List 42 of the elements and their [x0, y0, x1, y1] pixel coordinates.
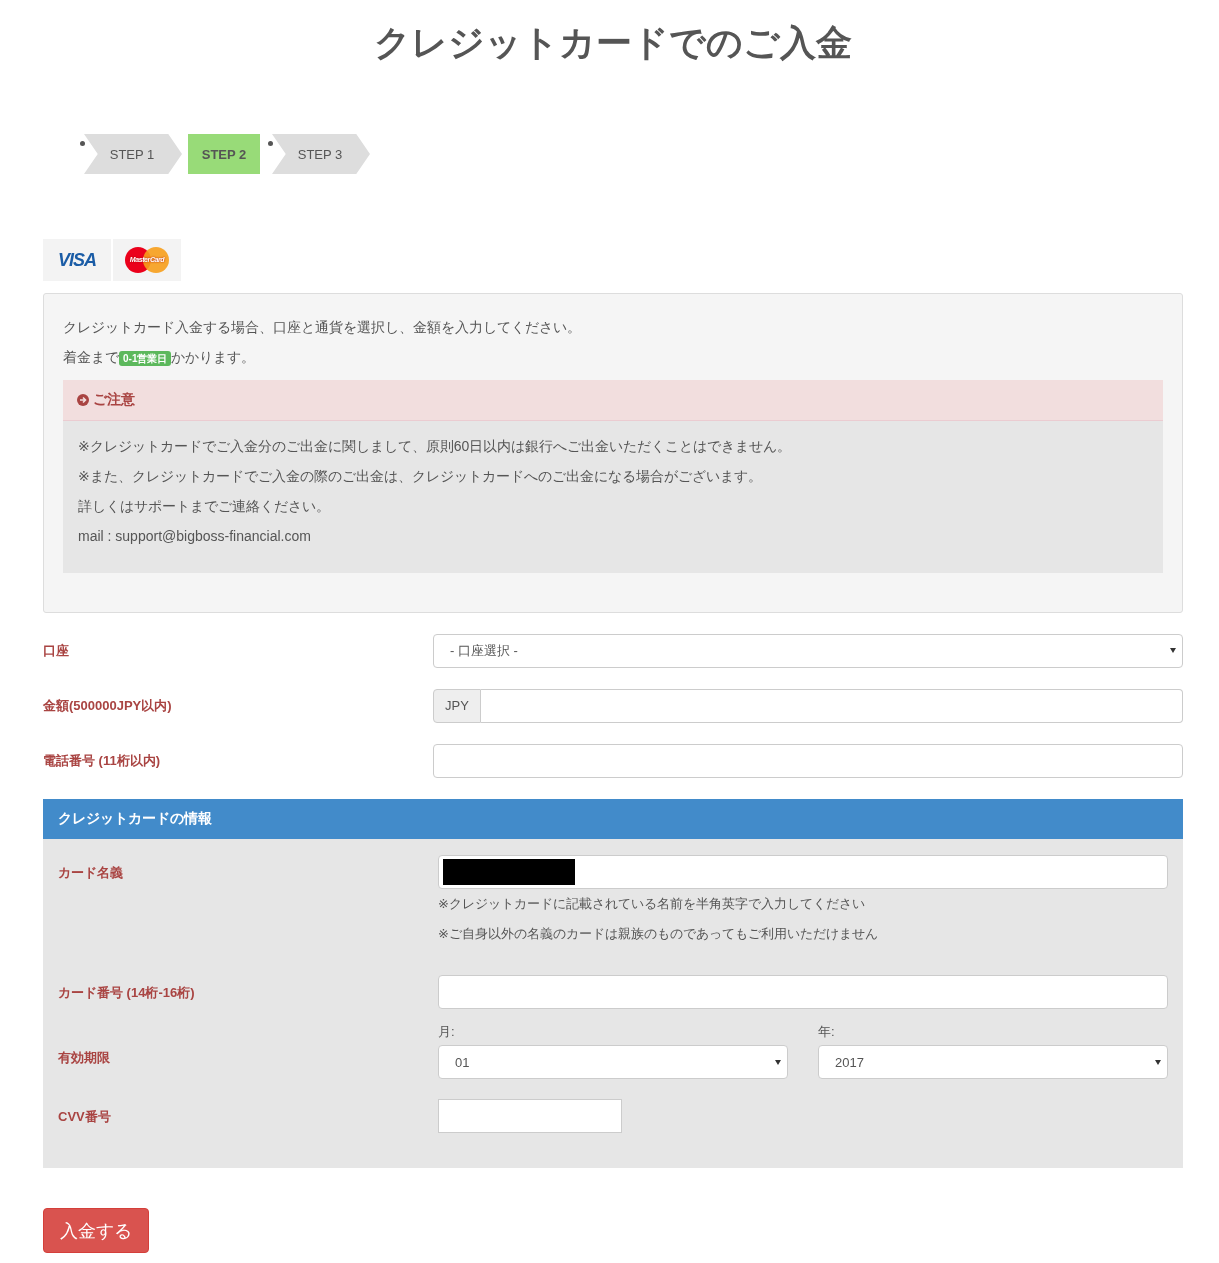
- bullet-dot: [268, 141, 273, 146]
- currency-addon: JPY: [433, 688, 481, 723]
- notice-title: ご注意: [93, 391, 135, 409]
- account-select[interactable]: - 口座選択 -: [433, 633, 1183, 668]
- field-label: CVV番号: [58, 1108, 112, 1126]
- notice-text: ※クレジットカードでご入金分のご出金に関しまして、原則60日以内は銀行へご出金いただくことはできません。: [78, 437, 793, 456]
- year-select[interactable]: 2017: [818, 1045, 1168, 1079]
- visa-logo: VISA: [43, 239, 111, 281]
- field-label: カード番号 (14桁-16桁): [58, 984, 196, 1002]
- caret-icon: [1155, 1059, 1161, 1065]
- notice-text: ※また、クレジットカードでご入金の際のご出金は、クレジットカードへのご出金になる場合がございます。: [78, 467, 763, 486]
- field-label: カード名義: [58, 864, 124, 882]
- card-number-field[interactable]: [438, 975, 1168, 1009]
- cvv-field[interactable]: [438, 1099, 622, 1133]
- step-tab[interactable]: STEP 2: [188, 134, 260, 174]
- hint-text: ※クレジットカードに記載されている名前を半角英字で入力してください: [438, 895, 866, 913]
- notice-text: 詳しくはサポートまでご連絡ください。: [78, 497, 331, 516]
- info-text: かかります。: [171, 349, 256, 365]
- year-label: 年:: [818, 1023, 836, 1041]
- step-tab[interactable]: STEP 3: [272, 134, 370, 174]
- phone-field[interactable]: [433, 743, 1183, 778]
- field-label: 電話番号 (11桁以内): [43, 751, 161, 770]
- caret-icon: [775, 1059, 781, 1065]
- step-tab[interactable]: STEP 1: [84, 134, 182, 174]
- deposit-button[interactable]: 入金する: [43, 1208, 149, 1253]
- month-select[interactable]: 01: [438, 1045, 788, 1079]
- field-label: 口座: [43, 641, 70, 660]
- info-text: クレジットカード入金する場合、口座と通貨を選択し、金額を入力してください。: [63, 318, 582, 337]
- info-text: 着金まで: [63, 349, 119, 365]
- page-title: クレジットカードでのご入金: [373, 21, 853, 65]
- caret-icon: [1170, 648, 1176, 653]
- amount-field[interactable]: [481, 688, 1183, 723]
- card-name-field[interactable]: [438, 855, 1168, 889]
- bullet-dot: [80, 141, 85, 146]
- days-badge: 0-1営業日: [119, 351, 172, 366]
- field-label: 有効期限: [58, 1049, 111, 1067]
- field-label: 金額(500000JPY以内): [43, 696, 173, 715]
- month-label: 月:: [438, 1023, 456, 1041]
- section-header: クレジットカードの情報: [43, 799, 1183, 839]
- hint-text: ※ご自身以外の名義のカードは親族のものであってもご利用いただけません: [438, 925, 879, 943]
- notice-text: mail : support@bigboss-financial.com: [78, 527, 312, 546]
- arrow-circle-icon: [77, 394, 89, 406]
